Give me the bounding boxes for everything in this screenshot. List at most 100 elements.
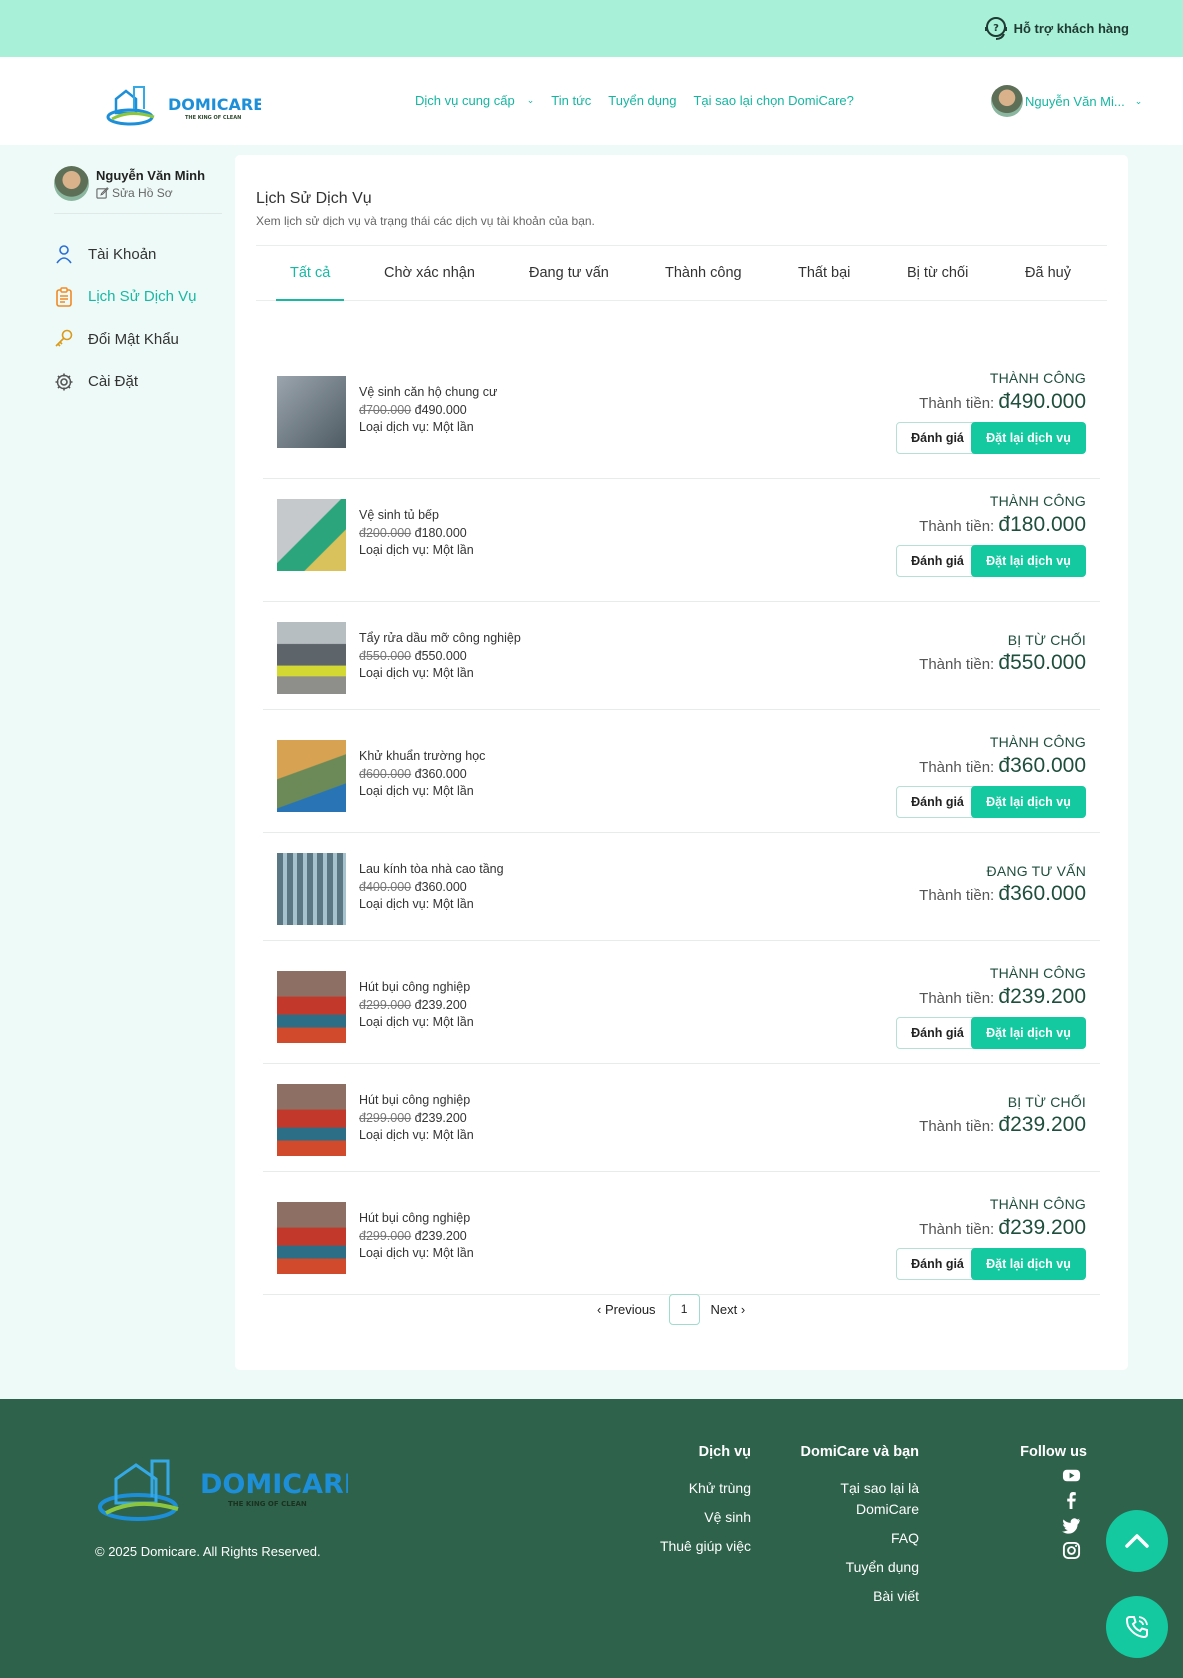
sidebar-item-account[interactable]: Tài Khoản: [54, 233, 222, 276]
footer-link[interactable]: Vệ sinh: [621, 1507, 751, 1528]
service-type: Loại dịch vụ: Một lần: [359, 897, 474, 911]
service-thumbnail: [277, 853, 346, 925]
nav-item-news[interactable]: Tin tức: [551, 93, 591, 108]
rate-button[interactable]: Đánh giá: [896, 786, 979, 818]
reorder-button[interactable]: Đặt lại dịch vụ: [971, 1017, 1086, 1049]
sidebar-item-service-history[interactable]: Lịch Sử Dịch Vụ: [54, 276, 222, 319]
footer-link[interactable]: Bài viết: [789, 1586, 919, 1607]
total-amount: đ180.000: [998, 513, 1086, 536]
order-total: Thành tiền: đ360.000: [919, 754, 1086, 778]
tab-failed[interactable]: Thất bại: [798, 265, 850, 281]
next-page-button[interactable]: Next ›: [711, 1302, 746, 1317]
clipboard-icon: [56, 287, 72, 307]
rate-button[interactable]: Đánh giá: [896, 545, 979, 577]
phone-icon: [1125, 1616, 1148, 1639]
footer-link[interactable]: FAQ: [789, 1528, 919, 1549]
total-amount: đ360.000: [998, 882, 1086, 905]
tab-pending[interactable]: Chờ xác nhận: [384, 265, 475, 281]
old-price: đ600.000: [359, 766, 412, 781]
status-badge: ĐANG TƯ VẤN: [986, 863, 1086, 879]
status-tabs: Tất cả Chờ xác nhận Đang tư vấn Thành cô…: [256, 245, 1107, 301]
avatar: [991, 85, 1023, 117]
svg-text:?: ?: [993, 23, 999, 34]
service-name: Hút bụi công nghiệp: [359, 1211, 471, 1225]
nav-item-why-domicare[interactable]: Tại sao lại chọn DomiCare?: [693, 93, 853, 108]
page-subtitle: Xem lịch sử dịch vụ và trạng thái các dị…: [256, 214, 595, 228]
profile-summary: Nguyễn Văn Minh Sửa Hồ Sơ: [54, 166, 222, 214]
top-bar: ? Hỗ trợ khách hàng: [0, 0, 1183, 57]
list-item: Hút bụi công nghiệp đ299.000 đ239.200 Lo…: [263, 1172, 1100, 1295]
call-button[interactable]: [1106, 1596, 1168, 1658]
reorder-button[interactable]: Đặt lại dịch vụ: [971, 545, 1086, 577]
service-name: Hút bụi công nghiệp: [359, 1093, 471, 1107]
service-name: Hút bụi công nghiệp: [359, 980, 471, 994]
twitter-icon[interactable]: [1061, 1516, 1081, 1535]
footer-link[interactable]: Khử trùng: [621, 1478, 751, 1499]
chevron-left-icon: ‹: [597, 1302, 602, 1317]
edit-icon: [96, 187, 109, 199]
main-header: DOMICARE THE KING OF CLEAN Dịch vụ cung …: [0, 57, 1183, 145]
total-amount: đ239.200: [998, 985, 1086, 1008]
user-menu[interactable]: Nguyễn Văn Mi... ⌄: [991, 85, 1142, 117]
footer-link[interactable]: Tuyển dụng: [789, 1557, 919, 1578]
status-badge: THÀNH CÔNG: [989, 493, 1086, 509]
service-thumbnail: [277, 499, 346, 571]
tab-rejected[interactable]: Bị từ chối: [907, 265, 968, 281]
sidebar-item-label: Lịch Sử Dịch Vụ: [88, 288, 197, 306]
price: đ360.000: [414, 766, 467, 781]
service-type: Loại dịch vụ: Một lần: [359, 784, 474, 798]
copyright: © 2025 Domicare. All Rights Reserved.: [95, 1544, 321, 1559]
sidebar-item-settings[interactable]: Cài Đặt: [54, 361, 222, 404]
next-label: Next: [710, 1302, 738, 1317]
reorder-button[interactable]: Đặt lại dịch vụ: [971, 1248, 1086, 1280]
user-icon: [56, 245, 72, 264]
service-history-card: Lịch Sử Dịch Vụ Xem lịch sử dịch vụ và t…: [235, 155, 1128, 1370]
service-type: Loại dịch vụ: Một lần: [359, 666, 474, 680]
edit-profile-link[interactable]: Sửa Hồ Sơ: [96, 186, 205, 200]
logo-text: DOMICARE: [168, 95, 261, 114]
site-footer: DOMICARE THE KING OF CLEAN © 2025 Domica…: [0, 1399, 1183, 1678]
price: đ550.000: [414, 648, 467, 663]
rate-button[interactable]: Đánh giá: [896, 1248, 979, 1280]
instagram-icon[interactable]: [1062, 1541, 1081, 1560]
total-label: Thành tiền:: [919, 759, 995, 776]
page-number-button[interactable]: 1: [668, 1294, 700, 1325]
headset-icon: ?: [984, 17, 1007, 40]
scroll-to-top-button[interactable]: [1106, 1510, 1168, 1572]
previous-page-button[interactable]: ‹ Previous: [597, 1302, 656, 1317]
service-name: Lau kính tòa nhà cao tầng: [359, 862, 504, 876]
footer-col-title: Dịch vụ: [698, 1444, 751, 1460]
gear-icon: [55, 373, 73, 391]
status-badge: THÀNH CÔNG: [989, 370, 1086, 386]
list-item: Hút bụi công nghiệp đ299.000 đ239.200 Lo…: [263, 941, 1100, 1064]
price: đ180.000: [414, 525, 467, 540]
logo-tagline: THE KING OF CLEAN: [228, 1500, 307, 1508]
reorder-button[interactable]: Đặt lại dịch vụ: [971, 786, 1086, 818]
tab-consulting[interactable]: Đang tư vấn: [529, 265, 609, 281]
tab-success[interactable]: Thành công: [665, 265, 742, 281]
total-label: Thành tiền:: [919, 1221, 995, 1238]
footer-link[interactable]: Tại sao lại là DomiCare: [789, 1478, 919, 1520]
nav-services-dropdown[interactable]: Dịch vụ cung cấp ⌄: [415, 93, 534, 108]
domicare-logo[interactable]: DOMICARE THE KING OF CLEAN: [106, 79, 261, 127]
customer-support-link[interactable]: ? Hỗ trợ khách hàng: [982, 14, 1129, 42]
nav-item-careers[interactable]: Tuyển dụng: [608, 93, 676, 108]
previous-label: Previous: [604, 1302, 656, 1317]
footer-logo[interactable]: DOMICARE THE KING OF CLEAN: [98, 1449, 348, 1524]
edit-profile-label: Sửa Hồ Sơ: [112, 185, 173, 200]
rate-button[interactable]: Đánh giá: [896, 1017, 979, 1049]
profile-name: Nguyễn Văn Minh: [96, 167, 206, 183]
facebook-icon[interactable]: [1062, 1491, 1081, 1510]
sidebar-item-change-password[interactable]: Đổi Mật Khẩu: [54, 318, 222, 361]
footer-link[interactable]: Thuê giúp việc: [621, 1536, 751, 1557]
total-amount: đ239.200: [998, 1216, 1086, 1239]
service-thumbnail: [277, 376, 346, 448]
old-price: đ400.000: [359, 879, 412, 894]
rate-button[interactable]: Đánh giá: [896, 422, 979, 454]
tab-cancelled[interactable]: Đã huỷ: [1025, 265, 1071, 281]
tab-all[interactable]: Tất cả: [275, 265, 345, 301]
footer-services: Dịch vụ Khử trùng Vệ sinh Thuê giúp việc: [621, 1444, 751, 1565]
order-list: Vệ sinh căn hộ chung cư đ700.000 đ490.00…: [263, 356, 1100, 1295]
reorder-button[interactable]: Đặt lại dịch vụ: [971, 422, 1086, 454]
youtube-icon[interactable]: [1062, 1466, 1081, 1485]
